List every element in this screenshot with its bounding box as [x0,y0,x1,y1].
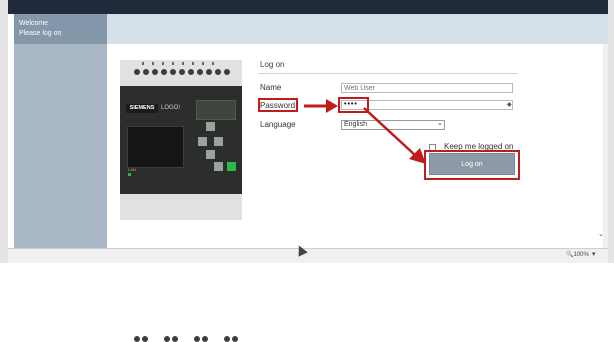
top-bar [8,0,608,14]
device-display [127,126,184,168]
device-brand-label: SIEMENS [126,104,158,113]
device-key [206,150,215,159]
zoom-value: 100% [573,252,589,258]
content-header [107,14,608,44]
device-led-label: LAN [128,167,136,172]
form-title: Log on [260,60,285,69]
window-frame-left [0,0,8,263]
arrow-icon [304,99,338,113]
name-input[interactable] [341,83,513,93]
arrow-icon [363,107,426,164]
form-divider [258,73,518,74]
status-bar [8,248,608,263]
device-key-green [227,162,236,171]
device-key [214,137,223,146]
welcome-text: Welcome [19,20,49,27]
language-label: Language [260,120,296,129]
device-bottom-terminals [120,194,242,342]
chevron-down-icon[interactable]: ⌄ [437,119,443,127]
password-label-highlight [258,98,298,112]
chevron-down-icon[interactable]: ▾ [592,250,596,258]
device-key [198,137,207,146]
sidebar-header: Welcome Please log on [14,14,107,44]
name-label: Name [260,83,282,92]
device-panel [196,100,236,120]
device-led [128,173,131,176]
vertical-scrollbar[interactable] [603,44,608,248]
device-key [214,162,223,171]
window-frame-right [608,0,614,263]
login-prompt-text: Please log on [19,30,62,37]
device-model-label: LOGO! [161,105,181,111]
reveal-password-icon[interactable]: ◆ [507,101,512,108]
device-key [206,122,215,131]
chevron-down-icon[interactable]: ⌄ [598,230,604,238]
zoom-level[interactable]: 🔍100% [566,251,589,258]
sidebar: Welcome Please log on [14,14,107,248]
device-top-terminals [120,60,242,86]
logon-button-highlight [424,150,520,180]
